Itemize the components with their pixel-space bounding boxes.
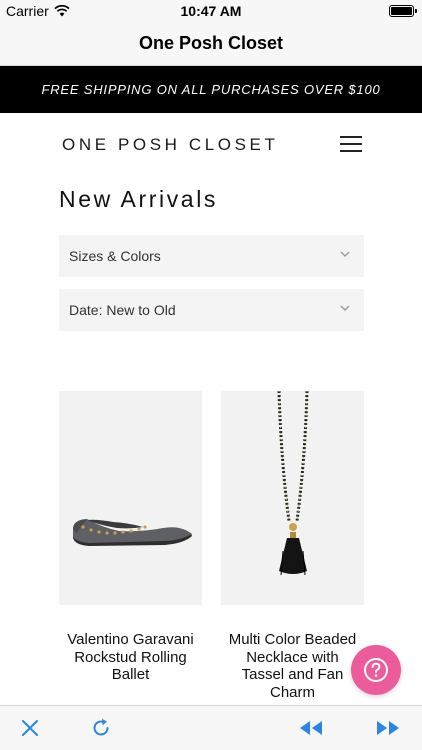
- rewind-icon[interactable]: [298, 716, 324, 740]
- close-icon[interactable]: [17, 716, 43, 740]
- product-name[interactable]: Multi Color Beaded Necklace with Tassel …: [221, 631, 364, 701]
- sort-dropdown[interactable]: Date: New to Old: [59, 289, 364, 331]
- nav-title: One Posh Closet: [138, 33, 284, 53]
- chevron-down-icon: [340, 251, 350, 257]
- status-time: 10:47 AM: [180, 3, 242, 19]
- site-logo[interactable]: ONE POSH CLOSET: [62, 135, 278, 155]
- sort-label: Date: New to Old: [69, 302, 176, 318]
- product-image-ballet-flat[interactable]: [59, 391, 202, 605]
- promo-text: FREE SHIPPING ON ALL PURCHASES OVER $100: [41, 82, 381, 97]
- bottom-toolbar: [0, 705, 422, 750]
- product-card[interactable]: Valentino Garavani Rockstud Rolling Ball…: [59, 391, 202, 684]
- product-name[interactable]: Valentino Garavani Rockstud Rolling Ball…: [59, 631, 202, 684]
- chevron-down-icon: [340, 305, 350, 311]
- fast-forward-icon[interactable]: [375, 716, 401, 740]
- navigation-bar: One Posh Closet: [0, 22, 422, 66]
- beaded-necklace-illustration: [277, 391, 309, 576]
- product-card[interactable]: Multi Color Beaded Necklace with Tassel …: [221, 391, 364, 701]
- help-button[interactable]: [351, 645, 401, 695]
- status-bar: Carrier 10:47 AM: [0, 0, 422, 22]
- site-header: ONE POSH CLOSET: [0, 113, 422, 175]
- question-mark-icon: [364, 658, 388, 682]
- sizes-colors-label: Sizes & Colors: [69, 248, 161, 264]
- ballet-flat-illustration: [73, 519, 192, 546]
- hamburger-menu-icon[interactable]: [340, 135, 362, 153]
- sizes-colors-dropdown[interactable]: Sizes & Colors: [59, 235, 364, 277]
- page-title: New Arrivals: [59, 186, 219, 212]
- product-image-necklace[interactable]: [221, 391, 364, 605]
- battery-icon: [389, 5, 417, 17]
- promo-banner: FREE SHIPPING ON ALL PURCHASES OVER $100: [0, 66, 422, 113]
- refresh-icon[interactable]: [88, 716, 114, 740]
